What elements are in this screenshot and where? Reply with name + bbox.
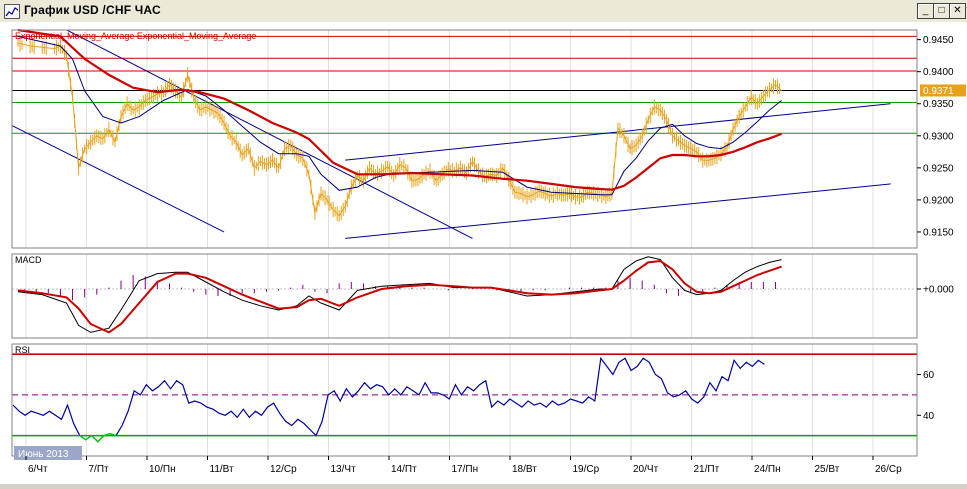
price-tick-label: 0.9150	[923, 227, 954, 238]
maximize-button[interactable]: □	[933, 3, 950, 19]
x-tick-label: 12/Ср	[270, 464, 297, 475]
close-button[interactable]: ✕	[949, 3, 966, 19]
x-tick-label: 10/Пн	[149, 464, 176, 475]
x-tick-label: 7/Пт	[89, 464, 110, 475]
x-tick-label: 18/Вт	[512, 464, 537, 475]
price-tick-label: 0.9300	[923, 131, 954, 142]
x-tick-label: 17/Пн	[452, 464, 479, 475]
chart-svg[interactable]: Exponential_Moving_Average Exponential_M…	[0, 22, 967, 484]
rsi-tick-label: 60	[923, 370, 935, 381]
minimize-button[interactable]: _	[917, 3, 934, 19]
x-tick-label: 26/Ср	[875, 464, 902, 475]
price-tick-label: 0.9200	[923, 195, 954, 206]
x-tick-label: 21/Пт	[694, 464, 720, 475]
rsi-tick-label: 40	[923, 411, 935, 422]
chart-window-icon	[4, 4, 20, 19]
x-tick-label: 25/Вт	[815, 464, 840, 475]
window-title: График USD /CHF ЧАС	[24, 3, 161, 17]
rsi-legend: RSI	[15, 345, 30, 355]
price-tick-label: 0.9350	[923, 99, 954, 110]
macd-legend: MACD	[15, 255, 42, 265]
x-tick-label: 19/Ср	[573, 464, 600, 475]
x-tick-label: 24/Пн	[754, 464, 781, 475]
price-tick-label: 0.9250	[923, 163, 954, 174]
price-tick-label: 0.9450	[923, 35, 954, 46]
x-tick-label: 6/Чт	[28, 464, 48, 475]
x-tick-label: 20/Чт	[633, 464, 659, 475]
price-legend: Exponential_Moving_Average Exponential_M…	[15, 31, 256, 41]
current-price-label: 0.9371	[923, 86, 954, 97]
x-tick-label: 13/Чт	[331, 464, 357, 475]
price-tick-label: 0.9400	[923, 67, 954, 78]
chart-area[interactable]: Exponential_Moving_Average Exponential_M…	[0, 22, 967, 484]
macd-tick-label: +0.000	[923, 285, 954, 296]
x-tick-label: 14/Пт	[391, 464, 417, 475]
window-titlebar: График USD /CHF ЧАС _ □ ✕	[0, 0, 967, 23]
x-tick-label: 11/Вт	[210, 464, 234, 475]
